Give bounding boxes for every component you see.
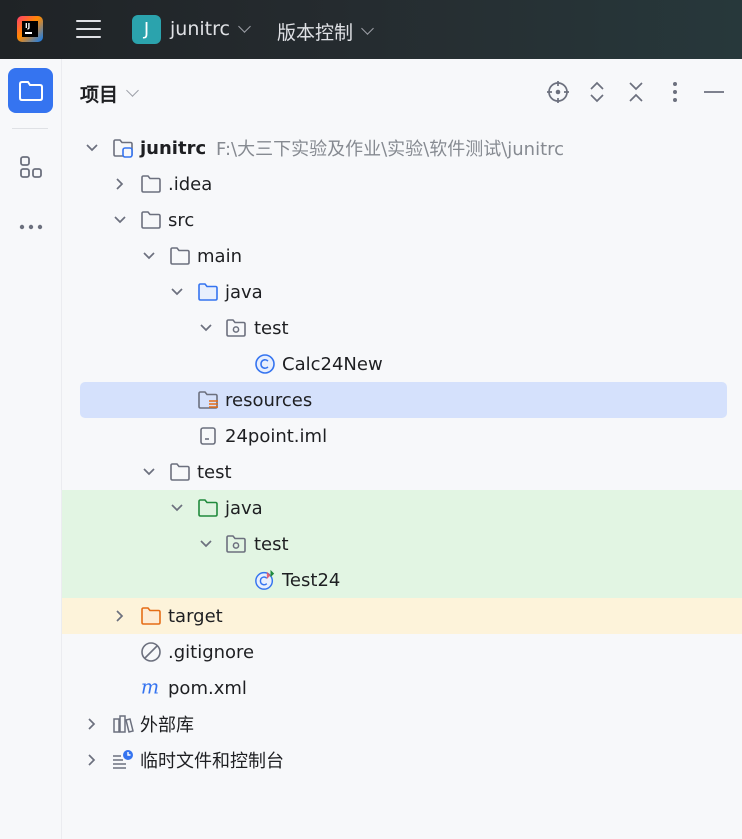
tree-label: java <box>225 497 263 519</box>
svg-text:m: m <box>141 678 159 698</box>
panel-title-dropdown[interactable]: 项目 <box>80 80 139 107</box>
tree-row-iml[interactable]: 24point.iml <box>62 418 742 454</box>
chevron-down-icon[interactable] <box>167 498 187 518</box>
project-tool-button[interactable] <box>8 68 53 113</box>
test-class-icon <box>254 569 276 591</box>
hide-icon[interactable] <box>701 79 727 105</box>
tree-row-external-libraries[interactable]: 外部库 <box>62 706 742 742</box>
scratches-icon <box>112 749 134 771</box>
chevron-down-icon[interactable] <box>139 246 159 266</box>
tree-label: .gitignore <box>168 641 255 663</box>
chevron-down-icon <box>238 19 251 33</box>
java-class-icon <box>254 353 276 375</box>
tree-row-idea[interactable]: .idea <box>62 166 742 202</box>
resources-folder-icon <box>197 389 219 411</box>
chevron-down-icon[interactable] <box>196 318 216 338</box>
tree-label: resources <box>225 389 313 411</box>
chevron-down-icon[interactable] <box>82 138 102 158</box>
expand-all-icon[interactable] <box>584 79 610 105</box>
main-menu-icon[interactable] <box>76 17 102 41</box>
project-switcher[interactable]: junitrc <box>170 18 251 40</box>
tree-label: 临时文件和控制台 <box>140 751 284 772</box>
tree-row-test-java[interactable]: java <box>62 490 742 526</box>
structure-icon <box>19 155 42 178</box>
tree-row-pom[interactable]: m pom.xml <box>62 670 742 706</box>
tree-row-main-package[interactable]: test <box>62 310 742 346</box>
tree-row-test-package[interactable]: test <box>62 526 742 562</box>
module-path: F:\大三下实验及作业\实验\软件测试\junitrc <box>216 139 565 160</box>
toolbar-separator <box>12 128 48 129</box>
locate-icon[interactable] <box>545 79 571 105</box>
project-panel: 项目 junitrc F:\大三下实验及作业\实验\软件测试\junitrc .… <box>62 59 742 839</box>
chevron-down-icon[interactable] <box>110 210 130 230</box>
iml-file-icon <box>197 425 219 447</box>
test-root-folder-icon <box>197 497 219 519</box>
collapse-all-icon[interactable] <box>623 79 649 105</box>
more-tools-button[interactable] <box>8 204 53 249</box>
structure-tool-button[interactable] <box>8 144 53 189</box>
vcs-label: 版本控制 <box>277 22 354 44</box>
folder-icon <box>140 209 162 231</box>
panel-title: 项目 <box>80 84 119 106</box>
panel-header: 项目 <box>62 59 742 127</box>
tree-label: java <box>225 281 263 303</box>
project-name: junitrc <box>170 18 230 40</box>
folder-icon <box>169 461 191 483</box>
tree-label: main <box>197 245 242 267</box>
folder-icon <box>18 80 43 101</box>
project-badge[interactable]: J <box>132 15 161 44</box>
chevron-right-icon[interactable] <box>82 750 102 770</box>
tree-row-test24[interactable]: Test24 <box>62 562 742 598</box>
tree-label: junitrc <box>140 137 207 159</box>
tree-label: test <box>197 461 232 483</box>
excluded-folder-icon <box>140 605 162 627</box>
tree-label: Calc24New <box>282 353 383 375</box>
tree-row-gitignore[interactable]: .gitignore <box>62 634 742 670</box>
tool-window-bar <box>0 59 62 839</box>
chevron-down-icon <box>126 84 139 97</box>
tree-row-scratches[interactable]: 临时文件和控制台 <box>62 742 742 778</box>
chevron-right-icon[interactable] <box>110 606 130 626</box>
chevron-right-icon[interactable] <box>82 714 102 734</box>
source-root-folder-icon <box>197 281 219 303</box>
chevron-right-icon[interactable] <box>110 174 130 194</box>
module-folder-icon <box>112 137 134 159</box>
tree-label: Test24 <box>282 569 341 591</box>
vcs-menu[interactable]: 版本控制 <box>277 18 374 45</box>
tree-row-target[interactable]: target <box>62 598 742 634</box>
maven-icon: m <box>140 677 162 699</box>
ignored-file-icon <box>140 641 162 663</box>
title-bar: IJ J junitrc 版本控制 <box>0 0 742 59</box>
package-icon <box>225 533 247 555</box>
chevron-down-icon[interactable] <box>196 534 216 554</box>
more-horizontal-icon <box>19 224 42 229</box>
tree-row-main[interactable]: main <box>62 238 742 274</box>
tree-label: target <box>168 605 223 627</box>
tree-row-main-java[interactable]: java <box>62 274 742 310</box>
tree-row-src[interactable]: src <box>62 202 742 238</box>
tree-label: .idea <box>168 173 213 195</box>
chevron-down-icon[interactable] <box>167 282 187 302</box>
folder-icon <box>169 245 191 267</box>
package-icon <box>225 317 247 339</box>
tree-label: pom.xml <box>168 677 247 699</box>
library-icon <box>112 713 134 735</box>
tree-label: 外部库 <box>140 715 194 736</box>
tree-row-calc24new[interactable]: Calc24New <box>62 346 742 382</box>
tree-label: src <box>168 209 195 231</box>
chevron-down-icon <box>361 22 374 35</box>
folder-icon <box>140 173 162 195</box>
tree-row-resources[interactable]: resources <box>80 382 727 418</box>
chevron-down-icon[interactable] <box>139 462 159 482</box>
tree-label: 24point.iml <box>225 425 328 447</box>
tree-row-test[interactable]: test <box>62 454 742 490</box>
options-icon[interactable] <box>662 79 688 105</box>
tree-label: test <box>254 533 289 555</box>
tree-row-module-root[interactable]: junitrc F:\大三下实验及作业\实验\软件测试\junitrc <box>62 130 742 166</box>
intellij-logo-icon[interactable]: IJ <box>17 16 43 42</box>
tree-label: test <box>254 317 289 339</box>
